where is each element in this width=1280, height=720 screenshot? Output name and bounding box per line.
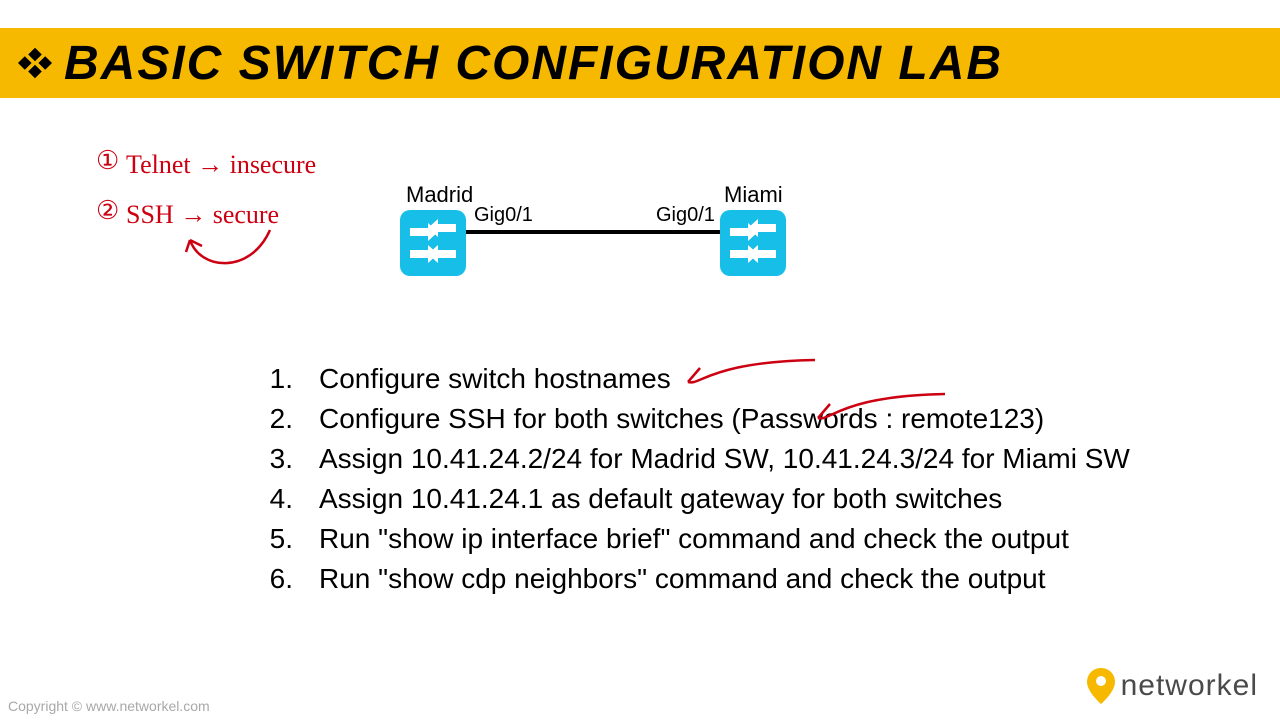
hand-note-2-num: ② <box>96 198 119 224</box>
list-item: 5. Run "show ip interface brief" command… <box>215 520 1175 558</box>
port-left-label: Gig0/1 <box>474 204 533 227</box>
switch-right-label: Miami <box>724 182 783 208</box>
task-text: Configure switch hostnames <box>319 360 1175 398</box>
hand-note-2-text: SSH → secure <box>126 202 279 228</box>
switch-right-icon <box>720 210 786 276</box>
pin-icon <box>1085 666 1117 706</box>
task-number: 5. <box>215 520 319 558</box>
hand-note-1-num: ① <box>96 148 119 174</box>
task-text: Run "show cdp neighbors" command and che… <box>319 560 1175 598</box>
link-line <box>466 230 720 234</box>
list-item: 1. Configure switch hostnames <box>215 360 1175 398</box>
slide-title: BASIC SWITCH CONFIGURATION LAB <box>64 36 1003 91</box>
task-list: 1. Configure switch hostnames 2. Configu… <box>215 360 1175 600</box>
hand-arrow-icon <box>160 220 300 280</box>
task-number: 6. <box>215 560 319 598</box>
port-right-label: Gig0/1 <box>656 204 715 227</box>
switch-left-label: Madrid <box>406 182 473 208</box>
task-number: 3. <box>215 440 319 478</box>
hand-note-1-text: Telnet → insecure <box>126 152 316 178</box>
task-number: 4. <box>215 480 319 518</box>
task-text: Assign 10.41.24.1 as default gateway for… <box>319 480 1175 518</box>
title-inner: BASIC SWITCH CONFIGURATION LAB <box>0 36 1003 91</box>
list-item: 2. Configure SSH for both switches (Pass… <box>215 400 1175 438</box>
task-number: 2. <box>215 400 319 438</box>
list-item: 3. Assign 10.41.24.2/24 for Madrid SW, 1… <box>215 440 1175 478</box>
copyright-text: Copyright © www.networkel.com <box>8 698 210 714</box>
list-item: 6. Run "show cdp neighbors" command and … <box>215 560 1175 598</box>
brand-logo: networkel <box>1085 666 1258 706</box>
topology-diagram: Madrid Miami Gig0/1 Gig0/1 <box>400 182 800 292</box>
task-number: 1. <box>215 360 319 398</box>
bullet-icon <box>18 46 52 80</box>
task-text: Configure SSH for both switches (Passwor… <box>319 400 1175 438</box>
task-text: Assign 10.41.24.2/24 for Madrid SW, 10.4… <box>319 440 1175 478</box>
brand-text: networkel <box>1121 669 1258 703</box>
switch-left-icon <box>400 210 466 276</box>
title-banner: BASIC SWITCH CONFIGURATION LAB <box>0 28 1280 98</box>
list-item: 4. Assign 10.41.24.1 as default gateway … <box>215 480 1175 518</box>
task-text: Run "show ip interface brief" command an… <box>319 520 1175 558</box>
